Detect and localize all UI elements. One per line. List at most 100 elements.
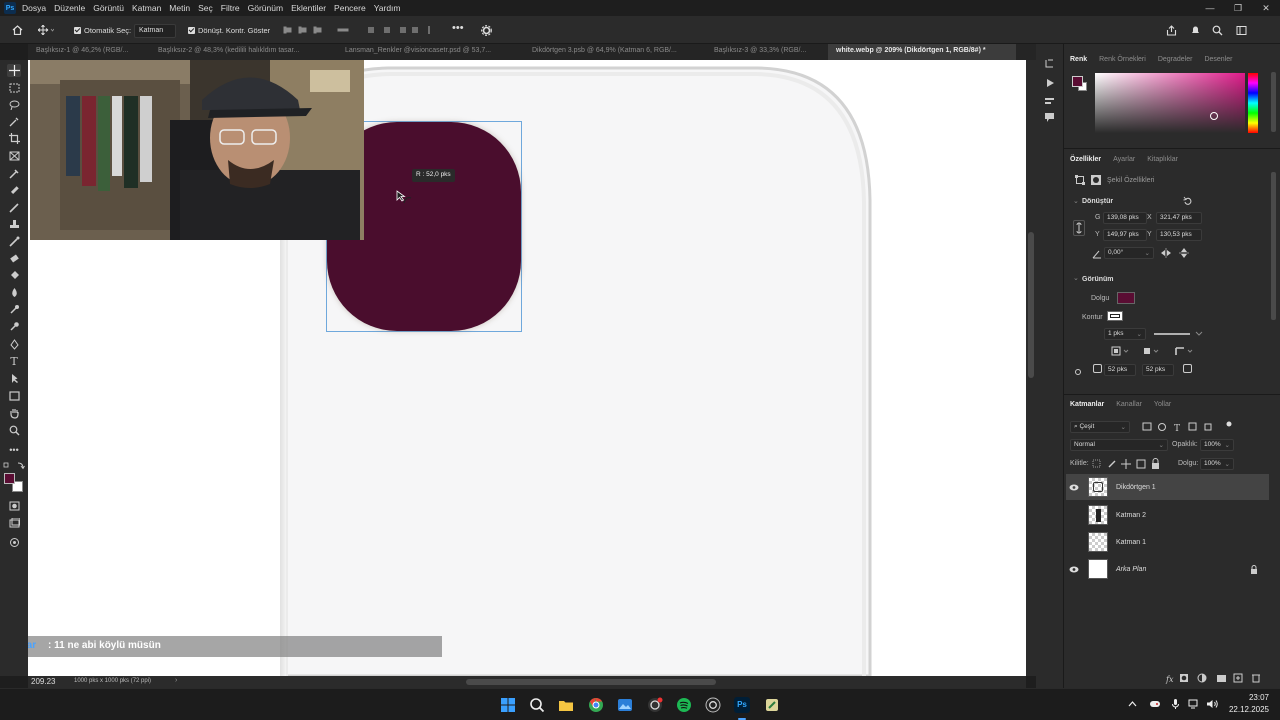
stroke-style-dropdown[interactable] xyxy=(1152,328,1208,340)
tab-document-3[interactable]: Lansman_Renkler @visioncasetr.psd @ 53,7… xyxy=(337,44,524,60)
chrome-icon[interactable] xyxy=(588,697,604,713)
move-tool-icon[interactable] xyxy=(7,64,21,77)
layer-row-katman-1[interactable]: Katman 1 xyxy=(1066,529,1269,555)
menu-select[interactable]: Seç xyxy=(198,3,213,13)
horizontal-scrollbar-thumb[interactable] xyxy=(466,679,716,685)
properties-scroll[interactable] xyxy=(1271,172,1276,320)
network-icon[interactable] xyxy=(1187,698,1199,710)
tab-color[interactable]: Renk xyxy=(1064,52,1093,68)
tab-document-5[interactable]: Başlıksız-3 @ 33,3% (RGB/... xyxy=(706,44,828,60)
corner-radius-2-field[interactable]: 52 pks xyxy=(1142,364,1174,376)
color-panel-scroll[interactable] xyxy=(1271,72,1276,132)
lock-buttons[interactable] xyxy=(1092,458,1162,470)
align-buttons[interactable] xyxy=(282,25,354,35)
maximize-button[interactable]: ❐ xyxy=(1224,0,1252,16)
gear-icon[interactable] xyxy=(481,25,492,36)
layer-row-background[interactable]: Arka Plan xyxy=(1066,556,1269,582)
more-options-button[interactable]: ••• xyxy=(452,22,464,34)
zoom-tool-icon[interactable] xyxy=(7,424,21,437)
type-tool-icon[interactable]: T xyxy=(7,355,21,368)
share-icon[interactable] xyxy=(1166,25,1177,36)
flip-vertical-icon[interactable] xyxy=(1179,247,1189,259)
sponge-tool-icon[interactable] xyxy=(7,320,21,333)
document-canvas[interactable]: R : 52,0 pks pazar xyxy=(28,60,1026,676)
windows-start-icon[interactable] xyxy=(500,697,516,713)
minimize-button[interactable]: — xyxy=(1196,0,1224,16)
paint-bucket-tool-icon[interactable] xyxy=(7,269,21,282)
dodge-tool-icon[interactable] xyxy=(7,303,21,316)
layer-action-buttons[interactable]: fx xyxy=(1160,672,1268,684)
menu-filter[interactable]: Filtre xyxy=(221,3,240,13)
object-select-tool-icon[interactable] xyxy=(7,115,21,128)
menu-window[interactable]: Pencere xyxy=(334,3,366,13)
layer-row-dikdortgen-1[interactable]: Dikdörtgen 1 xyxy=(1066,474,1269,500)
clock-date[interactable]: 22.12.2025 xyxy=(1221,705,1269,714)
paragraph-icon[interactable] xyxy=(1044,96,1055,107)
show-transform-checkbox[interactable]: Dönüşt. Kontr. Göster xyxy=(188,26,270,35)
eraser-tool-icon[interactable] xyxy=(7,252,21,265)
auto-select-checkbox[interactable]: Otomatik Seç: xyxy=(74,26,131,35)
x-position-field[interactable]: 321,47 pks xyxy=(1156,212,1202,224)
tab-properties[interactable]: Özellikler xyxy=(1064,152,1107,168)
reset-transform-icon[interactable] xyxy=(1183,196,1193,206)
screen-mode-icon[interactable] xyxy=(7,516,21,529)
frame-tool-icon[interactable] xyxy=(7,149,21,162)
spotify-icon[interactable] xyxy=(676,697,692,713)
height-field[interactable]: 149,97 pks xyxy=(1103,229,1147,241)
foreground-color-swatch[interactable] xyxy=(4,473,15,484)
play-actions-icon[interactable] xyxy=(1045,78,1055,88)
opacity-field[interactable]: 100% ⌄ xyxy=(1200,439,1234,451)
game-controller-icon[interactable] xyxy=(1149,699,1161,709)
menu-image[interactable]: Görüntü xyxy=(93,3,124,13)
angle-field[interactable]: 0,00° ⌄ xyxy=(1104,247,1154,259)
collapse-chevron-icon[interactable]: ⌄ xyxy=(1073,274,1079,282)
collapse-chevron-icon[interactable]: ⌄ xyxy=(1073,197,1079,205)
menu-help[interactable]: Yardım xyxy=(374,3,401,13)
menu-plugins[interactable]: Eklentiler xyxy=(291,3,326,13)
tab-swatches[interactable]: Renk Örnekleri xyxy=(1093,52,1152,68)
tab-adjustments[interactable]: Ayarlar xyxy=(1107,152,1141,168)
tab-gradients[interactable]: Degradeler xyxy=(1152,52,1199,68)
tab-libraries[interactable]: Kitaplıklar xyxy=(1141,152,1184,168)
lasso-tool-icon[interactable] xyxy=(7,98,21,111)
more-tools-icon[interactable]: ••• xyxy=(7,443,21,456)
fill-opacity-field[interactable]: 100% ⌄ xyxy=(1200,458,1234,470)
link-radius-icon[interactable] xyxy=(1074,367,1082,377)
search-icon[interactable] xyxy=(529,697,545,713)
flip-horizontal-icon[interactable] xyxy=(1160,248,1172,258)
photos-app-icon[interactable] xyxy=(617,697,633,713)
rectangle-tool-icon[interactable] xyxy=(7,389,21,402)
marquee-tool-icon[interactable] xyxy=(7,81,21,94)
scrollbar-thumb[interactable] xyxy=(1028,232,1034,378)
menu-file[interactable]: Dosya xyxy=(22,3,46,13)
close-button[interactable]: ✕ xyxy=(1252,0,1280,16)
corner-radius-1-field[interactable]: 52 pks xyxy=(1104,364,1136,376)
mask-icon[interactable] xyxy=(1091,175,1101,185)
eyedropper-tool-icon[interactable] xyxy=(7,167,21,180)
menu-edit[interactable]: Düzenle xyxy=(54,3,85,13)
history-icon[interactable] xyxy=(1044,58,1055,69)
color-field[interactable] xyxy=(1095,73,1245,133)
move-tool-icon[interactable] xyxy=(38,25,54,35)
auto-select-dropdown[interactable]: Katman xyxy=(134,24,176,38)
stroke-options-buttons[interactable] xyxy=(1110,345,1200,357)
healing-brush-tool-icon[interactable] xyxy=(7,184,21,197)
microphone-icon[interactable] xyxy=(1171,698,1180,710)
status-menu-arrow-icon[interactable]: › xyxy=(175,677,177,684)
workspace-icon[interactable] xyxy=(1236,25,1247,35)
link-dimensions-icon[interactable] xyxy=(1073,220,1085,236)
photoshop-taskbar-icon[interactable]: Ps xyxy=(734,697,750,713)
hue-slider[interactable] xyxy=(1248,73,1258,133)
crop-tool-icon[interactable] xyxy=(7,132,21,145)
tab-layers[interactable]: Katmanlar xyxy=(1064,397,1110,413)
tab-document-6[interactable]: white.webp @ 209% (Dikdörtgen 1, RGB/8#)… xyxy=(828,44,1016,60)
volume-icon[interactable] xyxy=(1206,698,1219,710)
transform-section-header[interactable]: Dönüştür xyxy=(1082,198,1113,205)
notifications-icon[interactable] xyxy=(1190,25,1201,35)
distribute-buttons[interactable] xyxy=(366,25,438,35)
color-picker-handle[interactable] xyxy=(1210,112,1218,120)
brush-tool-icon[interactable] xyxy=(7,201,21,214)
history-brush-tool-icon[interactable] xyxy=(7,235,21,248)
menu-type[interactable]: Metin xyxy=(169,3,190,13)
tab-paths[interactable]: Yollar xyxy=(1148,397,1177,413)
